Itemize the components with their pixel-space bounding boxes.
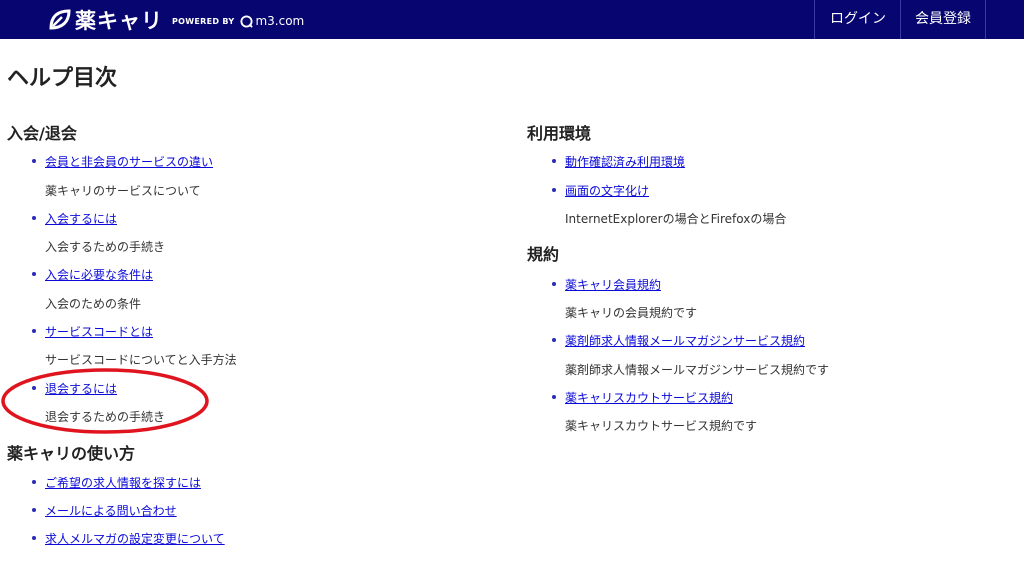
bullet-icon (32, 159, 36, 163)
site-header: 薬キャリ POWERED BY m3.com ログイン 会員登録 (0, 0, 1024, 39)
desc-member-vs-nonmember: 薬キャリのサービスについて (45, 184, 201, 198)
desc-how-to-join: 入会するための手続き (45, 240, 166, 254)
bullet-icon (32, 216, 36, 220)
link-how-to-join[interactable]: 入会するには (45, 210, 117, 227)
link-newsletter-terms[interactable]: 薬剤師求人情報メールマガジンサービス規約 (565, 332, 805, 349)
link-service-code[interactable]: サービスコードとは (45, 323, 153, 340)
bullet-icon (32, 508, 36, 512)
desc-garbled-text: InternetExplorerの場合とFirefoxの場合 (565, 212, 787, 226)
site-logo[interactable]: 薬キャリ POWERED BY m3.com (48, 5, 304, 35)
bullet-icon (32, 480, 36, 484)
link-search-jobs[interactable]: ご希望の求人情報を探すには (45, 474, 201, 491)
section-title-usage: 薬キャリの使い方 (7, 444, 136, 463)
powered-by-label: POWERED BY (172, 17, 235, 26)
bullet-icon (552, 188, 556, 192)
bullet-icon (552, 338, 556, 342)
link-supported-environments[interactable]: 動作確認済み利用環境 (565, 153, 685, 170)
m3-logo-icon (240, 14, 254, 28)
desc-member-terms: 薬キャリの会員規約です (565, 306, 698, 320)
highlight-circle (1, 368, 209, 434)
link-mail-inquiry[interactable]: メールによる問い合わせ (45, 502, 177, 519)
desc-newsletter-terms: 薬剤師求人情報メールマガジンサービス規約です (565, 363, 830, 377)
logo-leaf-icon (49, 9, 71, 30)
link-member-terms[interactable]: 薬キャリ会員規約 (565, 276, 661, 293)
page-title: ヘルプ目次 (7, 66, 118, 91)
register-link[interactable]: 会員登録 (900, 0, 986, 39)
desc-how-to-withdraw: 退会するための手続き (45, 410, 166, 424)
desc-scout-terms: 薬キャリスカウトサービス規約です (565, 419, 758, 433)
bullet-icon (32, 329, 36, 333)
section-title-environment: 利用環境 (527, 124, 592, 143)
section-title-terms: 規約 (527, 245, 560, 264)
link-newsletter-settings[interactable]: 求人メルマガの設定変更について (45, 530, 225, 547)
bullet-icon (32, 386, 36, 390)
bullet-icon (32, 272, 36, 276)
bullet-icon (552, 282, 556, 286)
bullet-icon (552, 395, 556, 399)
bullet-icon (32, 536, 36, 540)
logo-text: 薬キャリ (75, 9, 163, 33)
bullet-icon (552, 159, 556, 163)
link-how-to-withdraw[interactable]: 退会するには (45, 380, 117, 397)
link-join-requirements[interactable]: 入会に必要な条件は (45, 266, 153, 283)
desc-service-code: サービスコードについてと入手方法 (45, 353, 237, 367)
desc-join-requirements: 入会のための条件 (45, 297, 142, 311)
partner-name: m3.com (255, 13, 305, 28)
link-scout-terms[interactable]: 薬キャリスカウトサービス規約 (565, 389, 733, 406)
link-garbled-text[interactable]: 画面の文字化け (565, 182, 649, 199)
login-link[interactable]: ログイン (814, 0, 901, 39)
section-title-membership: 入会/退会 (7, 124, 77, 143)
link-member-vs-nonmember[interactable]: 会員と非会員のサービスの違い (45, 153, 213, 170)
